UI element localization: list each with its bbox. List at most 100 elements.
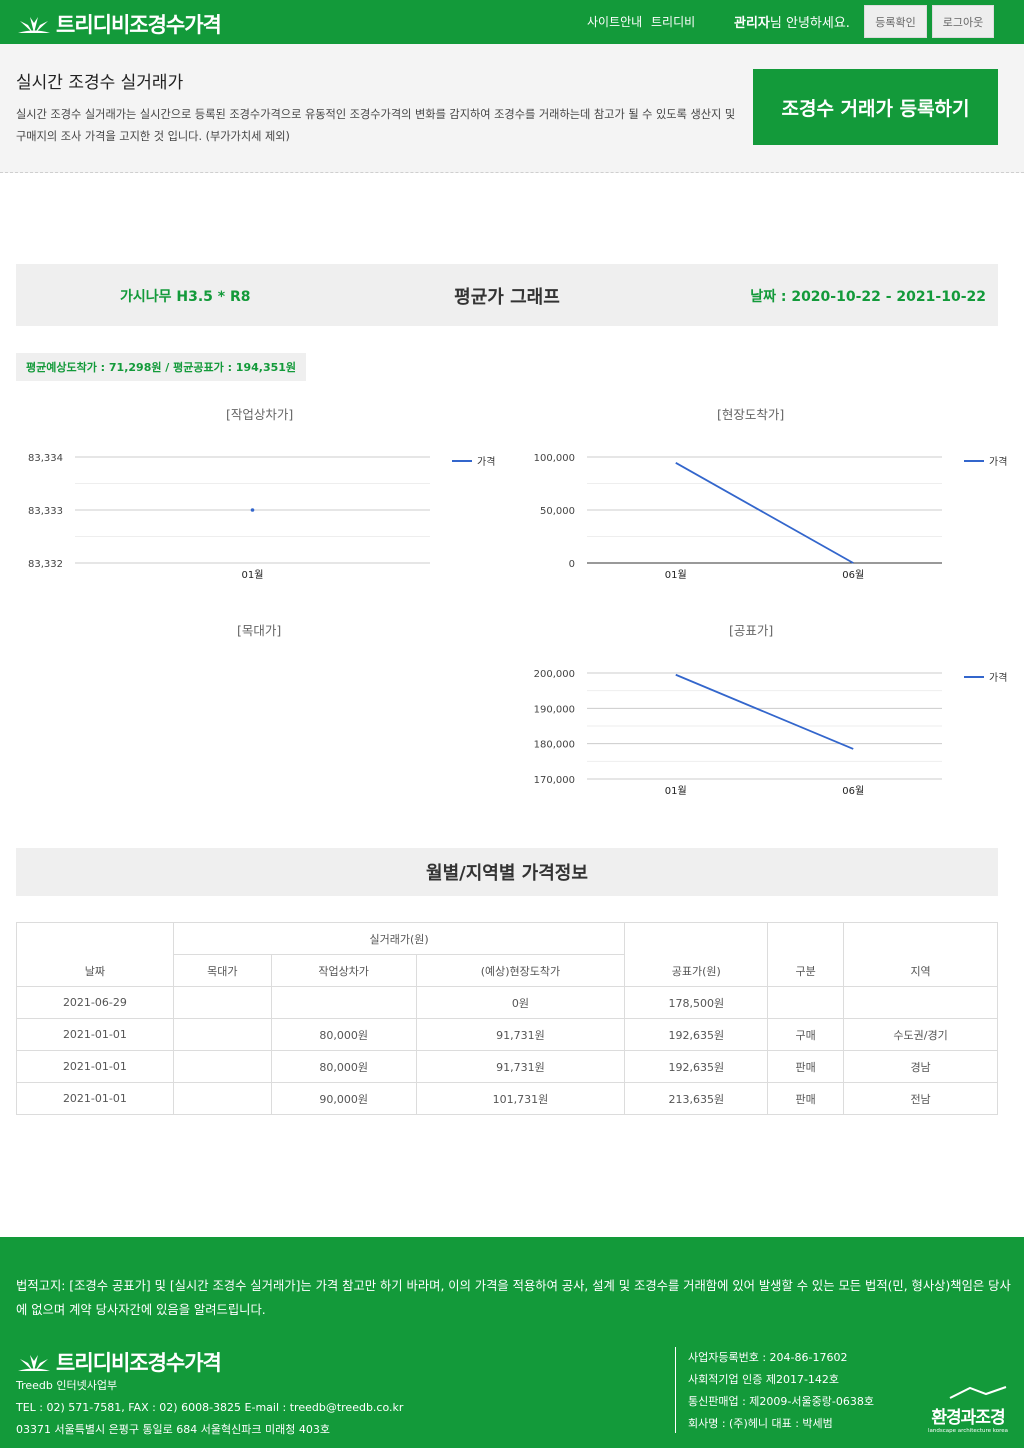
average-price-badge: 평균예상도착가 : 71,298원 / 평균공표가 : 194,351원 [16,353,307,381]
page-description: 실시간 조경수 실거래가는 실시간으로 등록된 조경수가격으로 유동적인 조경수… [16,108,736,143]
page-title: 실시간 조경수 실거래가 [16,73,184,93]
cell-arrival: 91,731원 [415,1050,626,1083]
table-row: 2021-01-01 80,000원 91,731원 192,635원 판매 경… [16,1050,998,1083]
price-table: 날짜 실거래가(원) 공표가(원) 구분 지역 목대가 작업상차가 (예상)현장… [16,922,998,1115]
cell-loading [270,986,417,1019]
header-real-price: 실거래가(원) [172,922,626,955]
y-tick-label: 100,000 [534,453,575,464]
company-dept: Treedb 인터넷사업부 [16,1379,118,1392]
cell-public: 178,500원 [624,986,769,1019]
y-tick-label: 180,000 [534,740,575,751]
y-tick-label: 170,000 [534,775,575,786]
cell-type [767,986,845,1019]
data-point [250,508,255,512]
business-info: 사업자등록번호 : 204-86-17602 사회적기업 인증 제2017-14… [688,1347,874,1435]
cell-date: 2021-06-29 [16,986,174,1019]
business-reg-number: 사업자등록번호 : 204-86-17602 [688,1351,848,1364]
cell-public: 213,635원 [624,1082,769,1115]
nav-treedb[interactable]: 트리디비 [651,13,695,30]
series-line [675,673,854,750]
nav-site-guide[interactable]: 사이트안내 [587,13,642,30]
cell-loading: 90,000원 [270,1082,417,1115]
cell-public: 192,635원 [624,1018,769,1051]
cell-wood [172,1050,272,1083]
leaf-logo-icon [18,17,50,33]
partner-badge[interactable]: 환경과조경 landscape architecture korea [920,1385,1016,1437]
footer-logo[interactable]: 트리디비조경수가격 [16,1347,222,1377]
chart-title-loading: [작업상차가] [226,407,294,422]
chart-title-arrival: [현장도착가] [717,407,785,422]
x-tick-label: 01월 [665,569,687,581]
cell-arrival: 0원 [415,986,626,1019]
date-range: 날짜 : 2020-10-22 - 2021-10-22 [750,289,986,305]
y-tick-label: 83,332 [28,559,63,570]
cell-date: 2021-01-01 [16,1050,174,1083]
social-enterprise: 사회적기업 인증 제2017-142호 [688,1373,840,1386]
y-tick-label: 0 [569,559,575,570]
cell-loading: 80,000원 [270,1018,417,1051]
table-row: 2021-01-01 90,000원 101,731원 213,635원 판매 … [16,1082,998,1115]
y-tick-label: 50,000 [540,506,575,517]
legend-label: 가격 [989,671,1007,684]
header-loading: 작업상차가 [270,954,417,987]
public-price-chart: 200,000 190,000 180,000 170,000 01월 06월 가격 [534,669,1008,797]
cell-region [843,986,998,1019]
leaf-logo-icon [18,1355,50,1371]
logo-text: 트리디비조경수가격 [56,13,222,37]
cell-date: 2021-01-01 [16,1018,174,1051]
x-tick-label: 06월 [842,785,864,797]
cell-arrival: 101,731원 [415,1082,626,1115]
cell-wood [172,986,272,1019]
table-row: 2021-01-01 80,000원 91,731원 192,635원 구매 수… [16,1018,998,1051]
register-price-button[interactable]: 조경수 거래가 등록하기 [753,69,998,145]
top-bar: 트리디비조경수가격 사이트안내 트리디비 관리자님 안녕하세요. 등록확인 로그… [0,0,1024,44]
header-type: 구분 [767,922,845,987]
cell-public: 192,635원 [624,1050,769,1083]
chart-title-wood: [목대가] [237,623,282,638]
cell-arrival: 91,731원 [415,1018,626,1051]
badge-subtext: landscape architecture korea [927,1428,1009,1434]
y-tick-label: 200,000 [534,669,575,680]
cell-type: 판매 [767,1050,845,1083]
cell-date: 2021-01-01 [16,1082,174,1115]
company-contact: TEL : 02) 571-7581, FAX : 02) 6008-3825 … [16,1401,404,1414]
loading-price-chart: 83,334 83,333 83,332 01월 가격 [28,453,495,581]
company-ceo: 회사명 : (주)헤니 대표 : 박세범 [688,1417,833,1430]
series-line [675,462,854,564]
y-tick-label: 190,000 [534,704,575,715]
cell-wood [172,1018,272,1051]
table-row: 2021-06-29 0원 178,500원 [16,986,998,1019]
legend-label: 가격 [477,455,495,468]
cell-region: 경남 [843,1050,998,1083]
y-tick-label: 83,333 [28,506,63,517]
mail-order-number: 통신판매업 : 제2009-서울중랑-0638호 [688,1395,874,1408]
tree-spec: 가시나무 H3.5 * R8 [120,289,251,305]
cell-region: 수도권/경기 [843,1018,998,1051]
footer: 법적고지: [조경수 공표가] 및 [실시간 조경수 실거래가]는 가격 참고만… [0,1237,1024,1448]
x-tick-label: 01월 [665,785,687,797]
legend-label: 가격 [989,455,1007,468]
header-region: 지역 [843,922,998,987]
badge-text: 환경과조경 [931,1408,1005,1428]
legal-notice: 법적고지: [조경수 공표가] 및 [실시간 조경수 실거래가]는 가격 참고만… [16,1279,1011,1317]
register-check-button[interactable]: 등록확인 [864,5,927,38]
graph-header: 평균가 그래프 가시나무 H3.5 * R8 날짜 : 2020-10-22 -… [16,264,998,326]
company-info: Treedb 인터넷사업부 TEL : 02) 571-7581, FAX : … [16,1375,403,1441]
greeting-text: 님 안녕하세요. [769,16,850,31]
company-address: 03371 서울특별시 은평구 통일로 684 서울혁신파크 미래청 403호 [16,1423,330,1436]
x-tick-label: 06월 [842,569,864,581]
section-title-price-info: 월별/지역별 가격정보 [16,848,998,896]
cell-type: 구매 [767,1018,845,1051]
user-greeting: 관리자님 안녕하세요. [734,12,850,31]
header-arrival: (예상)현장도착가 [415,954,626,987]
roof-icon [949,1386,1007,1399]
footer-logo-text: 트리디비조경수가격 [56,1351,222,1375]
header-wood: 목대가 [172,954,272,987]
cell-region: 전남 [843,1082,998,1115]
header-date: 날짜 [16,922,174,987]
site-logo[interactable]: 트리디비조경수가격 [16,9,222,39]
chart-title-public: [공표가] [729,623,774,638]
y-tick-label: 83,334 [28,453,63,464]
x-tick-label: 01월 [242,569,264,581]
logout-button[interactable]: 로그아웃 [932,5,994,38]
